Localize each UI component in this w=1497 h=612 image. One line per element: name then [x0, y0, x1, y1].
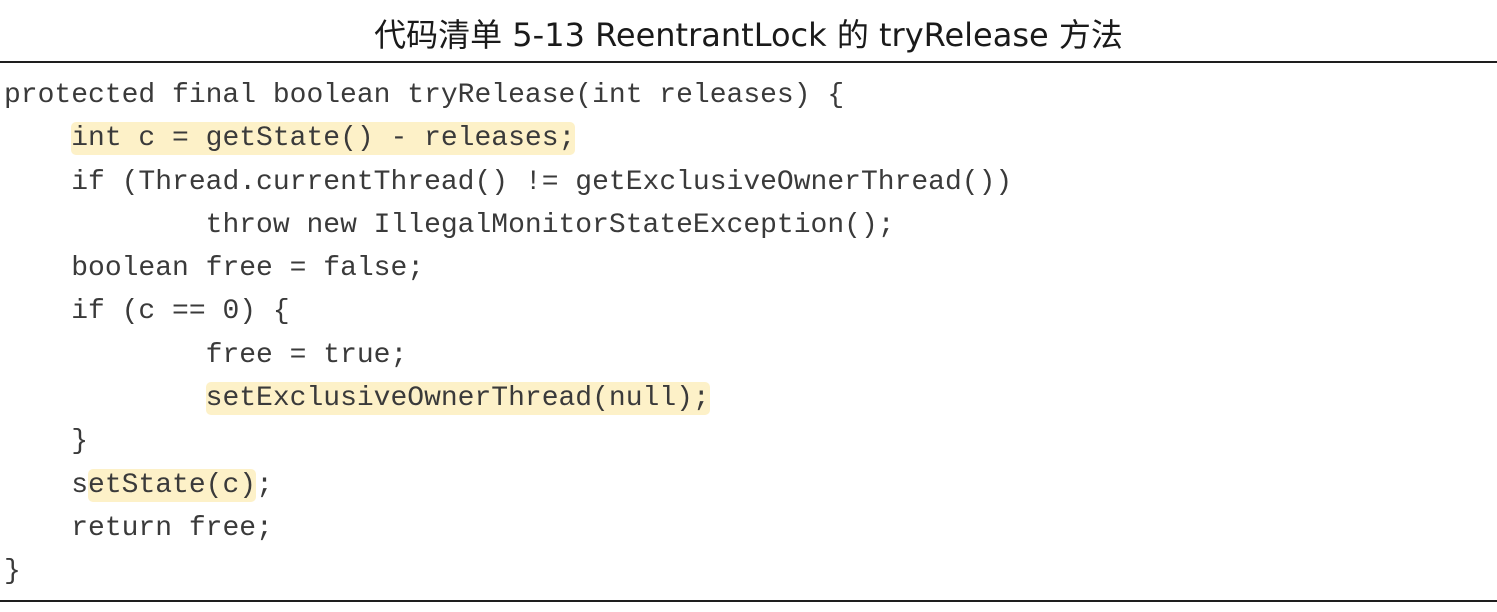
code-line-1: protected final boolean tryRelease(int r… [4, 74, 1484, 117]
code-highlight: etState(c) [88, 468, 257, 502]
code-line-11: return free; [4, 507, 1484, 550]
code-text: if (c == 0) { [71, 296, 290, 328]
code-text: boolean free = false; [71, 253, 425, 285]
code-text: s [71, 469, 89, 501]
code-listing: 代码清单 5-13 ReentrantLock 的 tryRelease 方法 … [0, 0, 1497, 612]
code-line-10: setState(c); [71, 468, 273, 502]
code-text: return free; [71, 512, 273, 544]
code-highlight: int c = getState() - releases; [71, 122, 576, 156]
top-rule [0, 61, 1497, 63]
code-line-6: if (c == 0) { [4, 290, 1484, 333]
code-line-4: throw new IllegalMonitorStateException()… [4, 204, 1484, 247]
code-highlight: setExclusiveOwnerThread(null); [205, 382, 710, 416]
bottom-rule [0, 600, 1497, 602]
code-line-7: free = true; [4, 334, 1484, 377]
code-block: protected final boolean tryRelease(int r… [4, 74, 1484, 594]
code-line-8: setExclusiveOwnerThread(null); [4, 377, 1484, 420]
code-line-9: } [4, 420, 1484, 463]
code-text: } [71, 426, 89, 458]
code-line-5: boolean free = false; [4, 247, 1484, 290]
code-text: protected final boolean tryRelease(int r… [4, 80, 845, 111]
code-text: free = true; [205, 339, 408, 371]
code-text: if (Thread.currentThread() != getExclusi… [71, 166, 1013, 198]
code-text: } [4, 556, 21, 588]
code-text: throw new IllegalMonitorStateException()… [205, 209, 895, 241]
code-line-2: int c = getState() - releases; [4, 117, 1484, 160]
code-line-12: } [4, 550, 1484, 593]
listing-caption: 代码清单 5-13 ReentrantLock 的 tryRelease 方法 [374, 16, 1123, 54]
code-line-3: if (Thread.currentThread() != getExclusi… [4, 161, 1484, 204]
